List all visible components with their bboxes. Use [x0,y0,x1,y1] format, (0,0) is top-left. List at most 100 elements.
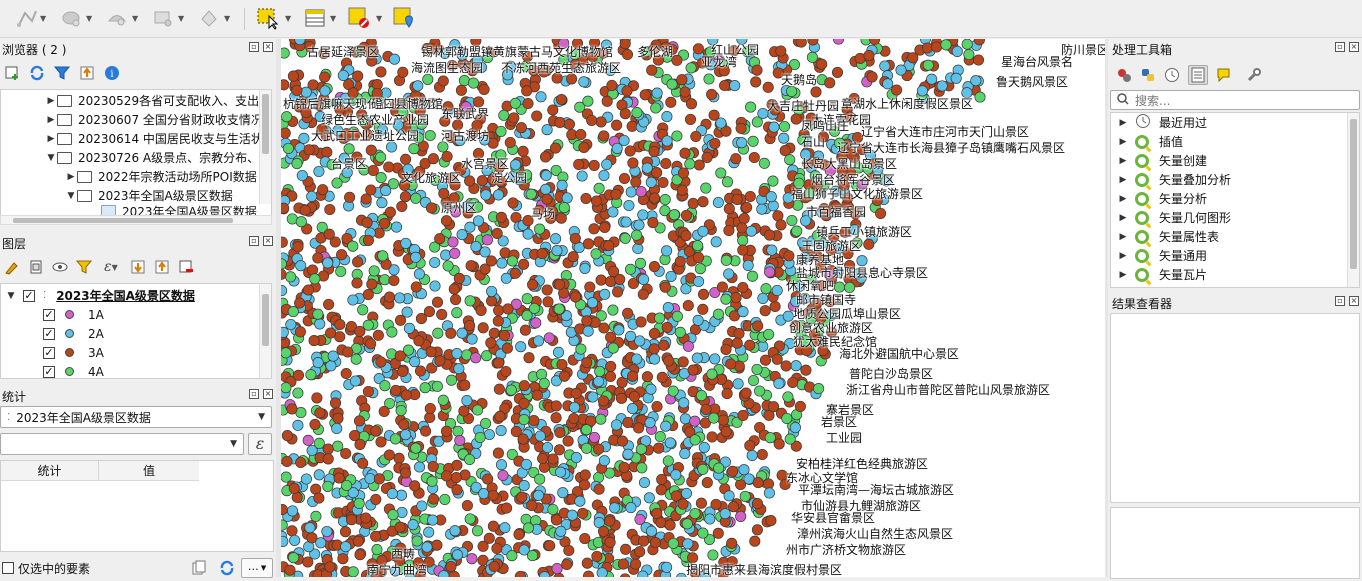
scenic-spot-point[interactable] [371,544,383,556]
expression-button[interactable]: ε [248,433,272,455]
scenic-spot-point[interactable] [648,343,660,355]
scenic-spot-point[interactable] [292,369,305,381]
scenic-spot-point[interactable] [479,246,491,258]
scenic-spot-point[interactable] [410,192,422,204]
scenic-spot-point[interactable] [712,196,724,209]
chevron-down-icon[interactable]: ▼ [224,14,232,23]
scenic-spot-point[interactable] [736,222,748,234]
scenic-spot-point[interactable] [466,553,478,565]
scenic-spot-point[interactable] [480,417,492,429]
scenic-spot-point[interactable] [414,365,427,377]
scenic-spot-point[interactable] [620,216,632,228]
scenic-spot-point[interactable] [569,232,581,244]
add-selected-layers-icon[interactable] [4,65,20,81]
scenic-spot-point[interactable] [651,87,663,99]
scenic-spot-point[interactable] [582,95,594,107]
scenic-spot-point[interactable] [286,505,299,517]
scenic-spot-point[interactable] [399,191,411,203]
scenic-spot-point[interactable] [685,98,698,110]
processing-group[interactable]: ▶ 插值 [1117,132,1183,151]
scenic-spot-point[interactable] [413,268,425,280]
scenic-spot-point[interactable] [604,536,616,548]
scenic-spot-point[interactable] [501,502,513,514]
scenic-spot-point[interactable] [372,329,384,341]
scenic-spot-point[interactable] [778,132,790,144]
scenic-spot-point[interactable] [533,335,545,347]
scenic-spot-point[interactable] [500,365,512,378]
scenic-spot-point[interactable] [766,244,778,256]
scenic-spot-point[interactable] [620,543,632,555]
scenic-spot-point[interactable] [747,374,760,387]
scenic-spot-point[interactable] [535,91,547,103]
scenic-spot-point[interactable] [518,380,530,392]
scenic-spot-point[interactable] [588,223,600,235]
scenic-spot-point[interactable] [723,268,735,280]
scenic-spot-point[interactable] [794,400,806,412]
scenic-spot-point[interactable] [667,537,679,549]
scenic-spot-point[interactable] [708,412,720,424]
scenic-spot-point[interactable] [287,306,299,318]
scenic-spot-point[interactable] [738,212,750,224]
scenic-spot-point[interactable] [780,360,792,372]
scenic-spot-point[interactable] [569,401,581,413]
scenic-spot-point[interactable] [588,431,600,443]
scenic-spot-point[interactable] [695,390,708,402]
scenic-spot-point[interactable] [736,137,748,149]
scenic-spot-point[interactable] [555,466,567,478]
scenic-spot-point[interactable] [972,54,985,66]
scenic-spot-point[interactable] [413,335,425,347]
scenic-spot-point[interactable] [423,526,435,538]
scenic-spot-point[interactable] [569,291,582,303]
scenic-spot-point[interactable] [408,143,420,155]
scenic-spot-point[interactable] [771,284,783,296]
scenic-spot-point[interactable] [661,111,673,123]
scenic-spot-point[interactable] [555,93,568,106]
scenic-spot-point[interactable] [632,242,644,255]
scenic-spot-point[interactable] [458,405,470,417]
scenic-spot-point[interactable] [687,197,699,209]
scenic-spot-point[interactable] [550,514,562,526]
scenic-spot-point[interactable] [712,308,725,320]
scenic-spot-point[interactable] [550,412,562,424]
scenic-spot-point[interactable] [744,339,756,351]
scenic-spot-point[interactable] [485,337,497,349]
scenic-spot-point[interactable] [626,120,638,132]
scenic-spot-point[interactable] [738,464,750,476]
scenic-spot-point[interactable] [660,157,672,170]
scenic-spot-point[interactable] [553,303,565,315]
scenic-spot-point[interactable] [390,384,402,396]
scenic-spot-point[interactable] [598,455,610,467]
expand-all-icon[interactable] [130,259,146,275]
scenic-spot-point[interactable] [735,122,747,134]
scenic-spot-point[interactable] [719,508,731,520]
scenic-spot-point[interactable] [518,258,530,270]
scenic-spot-point[interactable] [438,187,450,200]
layer-visibility-checkbox[interactable]: ✓ [23,289,35,302]
scenic-spot-point[interactable] [394,521,406,533]
scenic-spot-point[interactable] [605,360,617,372]
scenic-spot-point[interactable] [364,472,376,485]
scenic-spot-point[interactable] [746,270,759,282]
scenic-spot-point[interactable] [337,553,349,565]
scenic-spot-point[interactable] [730,292,742,304]
scenic-spot-point[interactable] [413,461,426,473]
scenic-spot-point[interactable] [516,491,528,503]
scenic-spot-point[interactable] [324,561,336,573]
scenic-spot-point[interactable] [731,337,743,349]
scenic-spot-point[interactable] [558,370,571,382]
scenic-spot-point[interactable] [593,483,605,495]
scenic-spot-point[interactable] [631,353,643,365]
scenic-spot-point[interactable] [654,312,666,324]
scenic-spot-point[interactable] [744,440,756,452]
scenic-spot-point[interactable] [429,256,441,269]
scenic-spot-point[interactable] [306,444,318,457]
scenic-spot-point[interactable] [662,455,674,467]
scenic-spot-point[interactable] [627,370,639,382]
scenic-spot-point[interactable] [710,498,722,510]
refresh-icon[interactable] [29,65,45,81]
scenic-spot-point[interactable] [495,125,507,137]
scenic-spot-point[interactable] [758,157,770,169]
scenic-spot-point[interactable] [706,88,718,100]
scenic-spot-point[interactable] [863,238,875,250]
select-by-location-icon[interactable] [391,5,417,31]
